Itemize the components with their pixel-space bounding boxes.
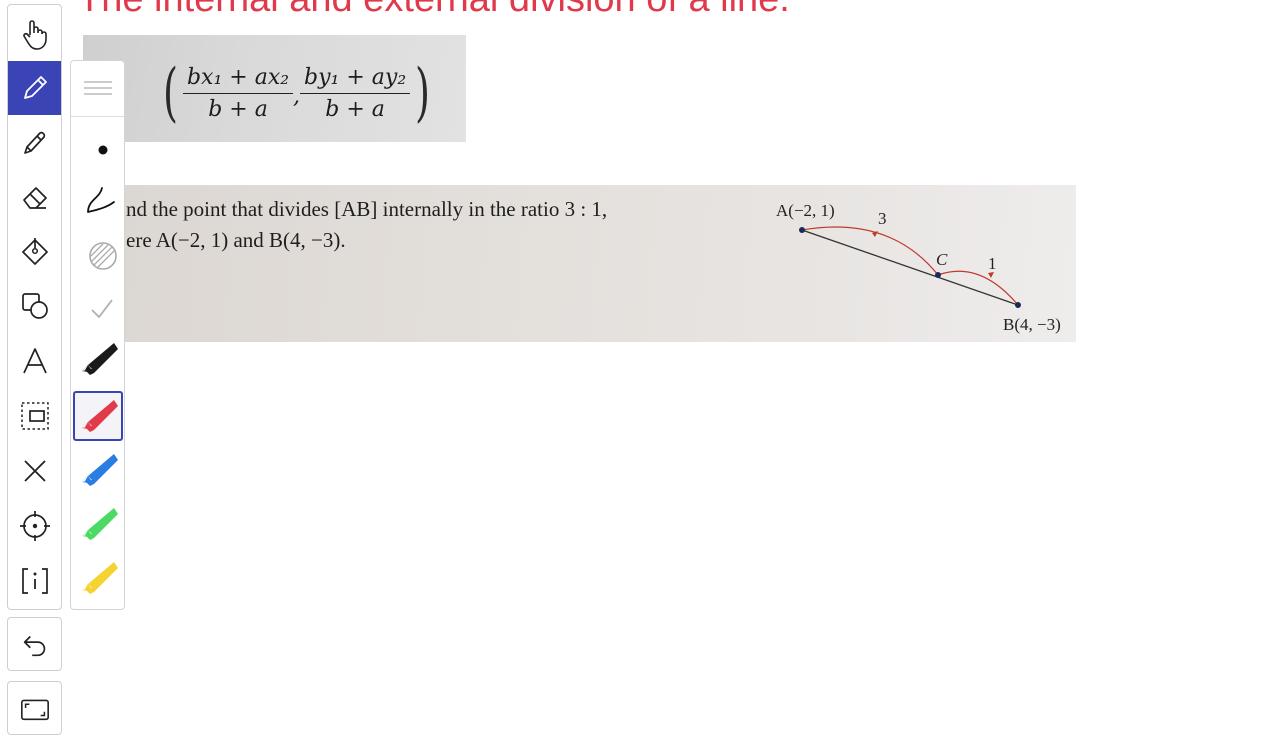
color-yellow-button[interactable] <box>73 553 123 603</box>
fraction-x: bx₁ + ax₂ b + a <box>182 65 294 122</box>
blue-marker-icon <box>82 454 118 486</box>
arc-ac <box>801 226 939 276</box>
shapes-icon <box>21 293 48 319</box>
undo-button[interactable] <box>7 617 62 671</box>
color-black-button[interactable] <box>73 334 123 384</box>
undo-icon <box>23 635 45 657</box>
hand-tool-button[interactable] <box>8 7 61 61</box>
yellow-marker-icon <box>82 562 118 594</box>
fullscreen-icon <box>20 699 49 721</box>
eraser-icon <box>22 187 47 209</box>
fraction-x-denominator: b + a <box>208 96 268 122</box>
right-paren: ) <box>415 56 431 130</box>
black-marker-icon <box>82 343 118 375</box>
section-formula: ( bx₁ + ax₂ b + a , by₁ + ay₂ b + a ) <box>158 58 435 128</box>
hand-icon <box>22 20 47 50</box>
point-a-label: A(−2, 1) <box>776 201 835 220</box>
panel-divider <box>71 116 124 117</box>
text-icon <box>22 348 47 374</box>
select-tool-button[interactable] <box>8 389 61 443</box>
laser-pointer-button[interactable] <box>8 499 61 553</box>
select-icon <box>20 402 49 430</box>
point-b-label: B(4, −3) <box>1003 315 1061 334</box>
pen-icon <box>23 76 47 99</box>
check-button[interactable] <box>73 280 123 330</box>
color-red-button[interactable] <box>73 391 123 441</box>
highlighter-tool-button[interactable] <box>8 115 61 169</box>
fullscreen-button[interactable] <box>7 681 62 735</box>
clear-button[interactable] <box>8 444 61 498</box>
division-diagram: A(−2, 1) 3 C 1 B(4, −3) <box>776 201 1061 334</box>
info-button[interactable] <box>8 554 61 608</box>
problem-line-2: ere A(−2, 1) and B(4, −3). <box>126 228 346 252</box>
arc-cb <box>937 270 1019 306</box>
text-tool-button[interactable] <box>8 334 61 388</box>
dot-icon <box>98 145 108 155</box>
point-a <box>799 227 805 233</box>
ratio-right-label: 1 <box>988 254 997 273</box>
color-blue-button[interactable] <box>73 445 123 495</box>
fill-tool-button[interactable] <box>8 224 61 278</box>
texture-button[interactable] <box>73 226 123 276</box>
point-c-label: C <box>936 250 948 269</box>
fraction-x-numerator: bx₁ + ax₂ <box>182 65 294 94</box>
point-c <box>935 272 941 278</box>
arc-cb-arrow <box>988 272 994 278</box>
freehand-stroke-button[interactable] <box>73 173 123 223</box>
fill-icon <box>21 238 48 265</box>
fraction-y: by₁ + ay₂ b + a <box>300 65 411 122</box>
stroke-width-button[interactable] <box>73 63 123 113</box>
page-title: The internal and external division of a … <box>78 0 790 21</box>
tool-rail <box>7 4 62 610</box>
check-icon <box>91 299 113 319</box>
left-paren: ( <box>162 56 178 130</box>
problem-line-1: nd the point that divides [AB] internall… <box>126 197 608 221</box>
laser-pointer-icon <box>19 511 50 541</box>
dot-tip-button[interactable] <box>73 120 123 170</box>
stroke-width-icon <box>84 81 112 95</box>
ratio-left-label: 3 <box>878 209 887 228</box>
segment-ab <box>801 229 1019 306</box>
highlighter-icon <box>23 131 45 154</box>
formula-comma: , <box>293 83 301 109</box>
fraction-y-numerator: by₁ + ay₂ <box>300 65 411 94</box>
shapes-tool-button[interactable] <box>8 279 61 333</box>
red-marker-icon <box>82 400 118 432</box>
info-icon <box>21 568 48 594</box>
freehand-stroke-icon <box>87 187 115 213</box>
eraser-tool-button[interactable] <box>8 170 61 224</box>
green-marker-icon <box>82 508 118 540</box>
clear-icon <box>23 460 46 482</box>
pen-tool-button[interactable] <box>8 61 61 115</box>
fraction-y-denominator: b + a <box>325 96 385 122</box>
color-green-button[interactable] <box>73 499 123 549</box>
texture-icon <box>89 242 117 270</box>
point-b <box>1015 302 1021 308</box>
pen-options-panel <box>70 60 125 610</box>
